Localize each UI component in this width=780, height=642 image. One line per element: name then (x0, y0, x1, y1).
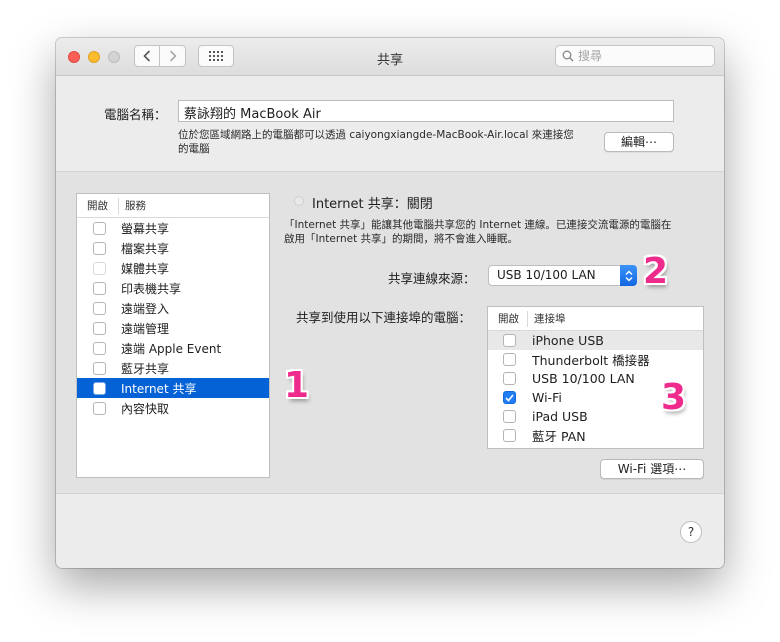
select-arrows-icon (620, 265, 637, 286)
title-bar: 共享 (56, 38, 724, 76)
port-checkbox[interactable] (502, 334, 516, 347)
search-input[interactable] (578, 49, 698, 63)
port-checkbox-cell (488, 353, 532, 366)
service-checkbox (92, 261, 106, 275)
share-source-value: USB 10/100 LAN (497, 268, 596, 282)
service-row[interactable]: 藍牙共享 (77, 358, 269, 378)
port-row[interactable]: Thunderbolt 橋接器 (488, 350, 703, 369)
service-label: 遠端管理 (121, 321, 170, 336)
computer-name-desc-line2: 的電腦 (178, 143, 210, 155)
ports-col-on[interactable]: 開啟 (488, 310, 528, 327)
port-checkbox-cell (488, 372, 532, 385)
services-col-on[interactable]: 開啟 (77, 197, 119, 214)
service-row[interactable]: 遠端 Apple Event (77, 338, 269, 358)
ports-col-port[interactable]: 連接埠 (528, 311, 566, 326)
port-checkbox-cell (488, 391, 532, 404)
services-header: 開啟 服務 (77, 194, 269, 218)
service-label: 遠端 Apple Event (121, 341, 222, 356)
port-label: 藍牙 PAN (532, 429, 586, 444)
port-checkbox[interactable] (502, 391, 516, 404)
annotation-2: 2 (643, 251, 669, 292)
service-row[interactable]: 遠端管理 (77, 318, 269, 338)
service-label: 印表機共享 (121, 281, 182, 296)
search-field[interactable] (555, 45, 715, 67)
port-label: Thunderbolt 橋接器 (532, 353, 650, 368)
port-checkbox[interactable] (502, 410, 516, 423)
service-row[interactable]: 印表機共享 (77, 278, 269, 298)
share-source-select[interactable]: USB 10/100 LAN (488, 265, 637, 286)
internet-sharing-status: Internet 共享：關閉 (312, 197, 433, 212)
port-label: iPad USB (532, 409, 588, 424)
service-checkbox-cell (77, 261, 121, 275)
help-button[interactable]: ? (680, 521, 702, 543)
service-checkbox-cell (77, 321, 121, 335)
services-col-service[interactable]: 服務 (119, 198, 146, 213)
service-row[interactable]: 媒體共享 (77, 258, 269, 278)
service-checkbox[interactable] (92, 221, 106, 235)
service-row[interactable]: 檔案共享 (77, 238, 269, 258)
port-label: USB 10/100 LAN (532, 371, 635, 386)
service-checkbox[interactable] (92, 301, 106, 315)
annotation-1: 1 (284, 365, 310, 406)
port-checkbox-cell (488, 334, 532, 347)
service-checkbox[interactable] (92, 241, 106, 255)
service-row[interactable]: Internet 共享 (77, 378, 269, 398)
port-checkbox-cell (488, 429, 532, 442)
port-checkbox[interactable] (502, 353, 516, 366)
service-label: 藍牙共享 (121, 361, 170, 376)
share-to-ports-label: 共享到使用以下連接埠的電腦： (296, 310, 472, 325)
port-row[interactable]: 藍牙 PAN (488, 426, 703, 445)
ports-header: 開啟 連接埠 (488, 307, 703, 331)
service-label: 內容快取 (121, 401, 170, 416)
services-list: 開啟 服務 螢幕共享檔案共享媒體共享印表機共享遠端登入遠端管理遠端 Apple … (76, 193, 270, 478)
service-label: 螢幕共享 (121, 221, 170, 236)
service-label: 檔案共享 (121, 241, 170, 256)
service-checkbox-cell (77, 241, 121, 255)
port-checkbox[interactable] (502, 429, 516, 442)
computer-name-field[interactable]: 蔡詠翔的 MacBook Air (178, 100, 674, 122)
service-label: 媒體共享 (121, 261, 170, 276)
search-icon (562, 50, 574, 62)
service-label: 遠端登入 (121, 301, 170, 316)
service-checkbox-cell (77, 341, 121, 355)
services-rows: 螢幕共享檔案共享媒體共享印表機共享遠端登入遠端管理遠端 Apple Event 藍… (77, 218, 269, 418)
port-label: Wi-Fi (532, 390, 562, 405)
service-label: Internet 共享 (121, 381, 197, 396)
preferences-window: 共享 電腦名稱： 蔡詠翔的 MacBook Air 位於您區域網路上的電腦都可以… (56, 38, 724, 568)
service-checkbox[interactable] (92, 321, 106, 335)
port-checkbox-cell (488, 410, 532, 423)
service-checkbox-cell (77, 281, 121, 295)
service-checkbox-cell (77, 401, 121, 415)
service-checkbox[interactable] (92, 361, 106, 375)
status-indicator (294, 196, 304, 206)
service-row[interactable]: 遠端登入 (77, 298, 269, 318)
service-checkbox[interactable] (92, 341, 106, 355)
checkmark-icon (504, 393, 514, 402)
sharing-desc-line1: 「Internet 共享」能讓其他電腦共享您的 Internet 連線。已連接交… (284, 219, 672, 231)
service-checkbox-cell (77, 221, 121, 235)
service-checkbox[interactable] (92, 381, 106, 395)
service-checkbox-cell (77, 361, 121, 375)
computer-name-label: 電腦名稱： (104, 107, 167, 122)
port-row[interactable]: iPhone USB (488, 331, 703, 350)
service-checkbox-cell (77, 301, 121, 315)
computer-name-desc-line1: 位於您區域網路上的電腦都可以透過 caiyongxiangde-MacBook-… (178, 129, 574, 141)
service-checkbox[interactable] (92, 281, 106, 295)
annotation-3: 3 (661, 377, 687, 418)
computer-name-section (56, 76, 724, 172)
port-label: iPhone USB (532, 333, 604, 348)
service-row[interactable]: 內容快取 (77, 398, 269, 418)
port-checkbox[interactable] (502, 372, 516, 385)
wifi-options-button[interactable]: Wi-Fi 選項⋯ (600, 459, 704, 479)
edit-button[interactable]: 編輯⋯ (604, 132, 674, 152)
service-row[interactable]: 螢幕共享 (77, 218, 269, 238)
service-checkbox[interactable] (92, 401, 106, 415)
service-checkbox-cell (77, 381, 121, 395)
sharing-desc-line2: 啟用「Internet 共享」的期間，將不會進入睡眠。 (284, 233, 519, 245)
share-source-label: 共享連線來源： (388, 271, 476, 286)
